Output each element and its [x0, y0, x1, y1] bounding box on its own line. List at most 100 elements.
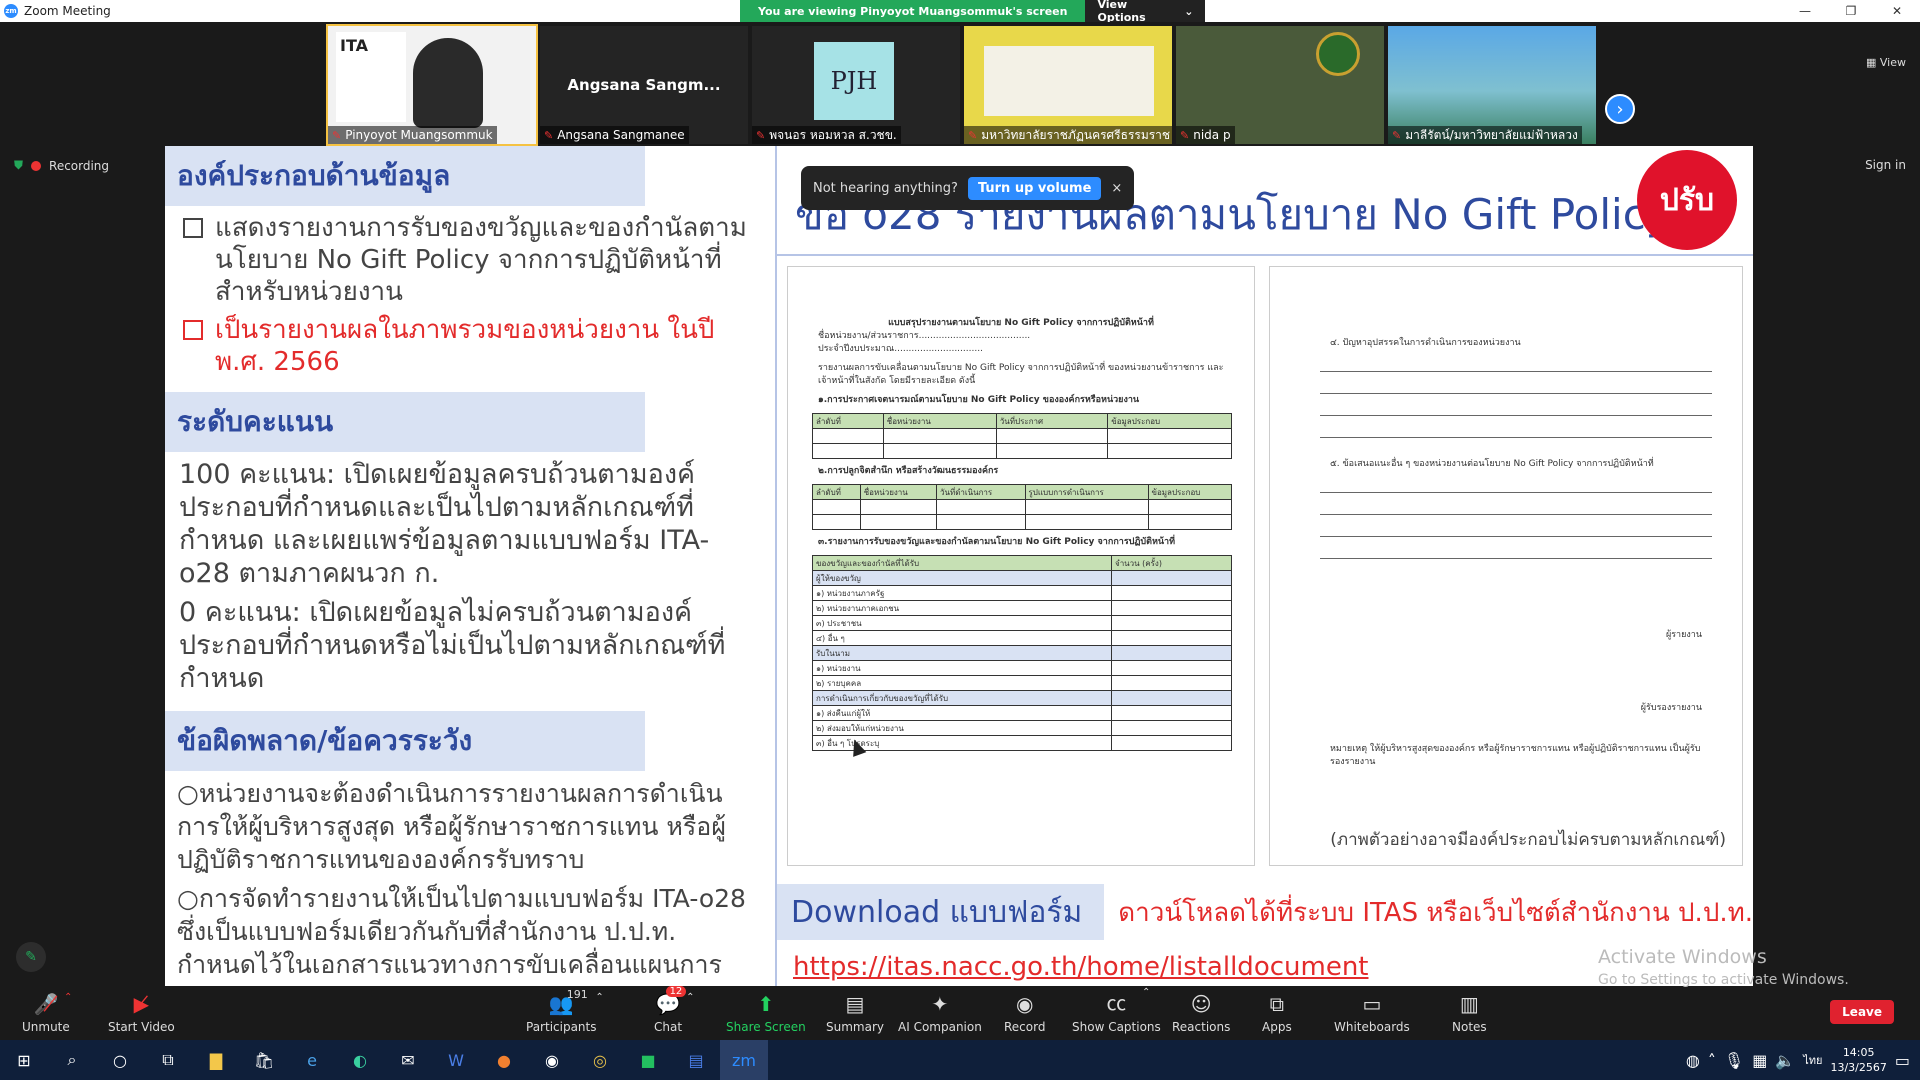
annotate-pen-button[interactable]: ✎: [16, 942, 46, 972]
firefox-icon[interactable]: ●: [480, 1040, 528, 1080]
sign-in-link[interactable]: Sign in: [1865, 158, 1906, 172]
table-header: ชื่อหน่วยงาน: [882, 413, 997, 429]
mail-icon[interactable]: ✉: [384, 1040, 432, 1080]
form-table-3: ของขวัญและของกำนัลที่ได้รับ จำนวน (ครั้ง…: [812, 555, 1232, 751]
pen-icon: ✎: [25, 949, 37, 965]
share-screen-button[interactable]: ⬆ Share Screen: [726, 988, 806, 1040]
summary-button[interactable]: ▤ Summary: [826, 988, 884, 1040]
close-icon[interactable]: ×: [1111, 181, 1122, 196]
close-icon[interactable]: ✕: [1874, 0, 1920, 22]
blank-line: [1320, 529, 1712, 537]
language-indicator[interactable]: ไทย: [1803, 1051, 1822, 1069]
store-icon[interactable]: 🛍: [240, 1040, 288, 1080]
recording-indicator[interactable]: ⛊ Recording: [14, 158, 109, 173]
leave-button[interactable]: Leave: [1830, 1000, 1894, 1024]
table-header: วันที่ประกาศ: [995, 413, 1109, 429]
ai-companion-button[interactable]: ✦ AI Companion: [898, 988, 982, 1040]
download-url-link[interactable]: https://itas.nacc.go.th/home/listalldocu…: [793, 952, 1369, 982]
table-row: ผู้ให้ของขวัญ: [812, 570, 1232, 586]
table-cell: ๒) รายบุคคล: [812, 675, 1112, 691]
restore-icon[interactable]: ❐: [1828, 0, 1874, 22]
search-icon[interactable]: ⌕: [48, 1040, 96, 1080]
participant-tile[interactable]: ITA ✎ Pinyoyot Muangsommuk: [326, 24, 538, 146]
volume-icon[interactable]: 🔈: [1775, 1051, 1795, 1070]
adjusted-badge: ปรับ: [1637, 150, 1737, 250]
ai-companion-icon: ✦: [931, 992, 949, 1016]
mic-muted-icon: ✎: [1180, 128, 1190, 142]
window-controls: — ❐ ✕: [1782, 0, 1920, 22]
notifications-icon[interactable]: ▭: [1895, 1051, 1910, 1070]
blank-line: [1320, 485, 1712, 493]
table-cell: [1111, 600, 1232, 616]
form-intro: รายงานผลการขับเคลื่อนตามนโยบาย No Gift P…: [818, 363, 1224, 386]
ita-poster: ITA: [336, 32, 406, 122]
show-captions-button[interactable]: ㏄ ⌃ Show Captions: [1072, 987, 1161, 1040]
start-video-button[interactable]: ▶̸ Start Video: [108, 988, 175, 1040]
participant-tile[interactable]: ✎ nida p: [1176, 26, 1384, 144]
form-table-1: ลำดับที่ ชื่อหน่วยงาน วันที่ประกาศ ข้อมู…: [812, 413, 1232, 459]
circle-bullet-icon: ○: [177, 884, 199, 913]
chrome-icon[interactable]: ◎: [576, 1040, 624, 1080]
view-options-label: View Options: [1097, 0, 1146, 24]
form-table-2: ลำดับที่ ชื่อหน่วยงาน วันที่ดำเนินการ รู…: [812, 484, 1232, 530]
apps-button[interactable]: ⧉ Apps: [1262, 988, 1292, 1040]
table-cell: [1111, 735, 1232, 751]
section-title-score: ระดับคะแนน: [165, 392, 645, 452]
ie-icon[interactable]: e: [288, 1040, 336, 1080]
participants-button[interactable]: 👥 191 ⌃ Participants: [526, 988, 604, 1040]
webex-icon[interactable]: ◉: [528, 1040, 576, 1080]
table-row: ๒) ส่งมอบให้แก่หน่วยงาน: [812, 720, 1232, 736]
word-icon[interactable]: W: [432, 1040, 480, 1080]
participant-tile[interactable]: ✎ มหาวิทยาลัยราชภัฏนครศรีธรรมราช: [964, 26, 1172, 144]
table-header: รูปแบบการดำเนินการ: [1024, 484, 1149, 500]
participant-tile[interactable]: PJH ✎ พจนอร หอมหวล ส.วชข.: [752, 26, 960, 144]
edge-icon[interactable]: ◐: [336, 1040, 384, 1080]
turn-up-volume-button[interactable]: Turn up volume: [967, 176, 1102, 200]
participant-name-tag: ✎ มาลีรัตน์/มหาวิทยาลัยแม่ฟ้าหลวง: [1388, 126, 1582, 144]
unmute-button[interactable]: 🎤̸ ⌃ Unmute: [22, 988, 73, 1040]
notification-app-icon[interactable]: ◍: [1686, 1051, 1700, 1070]
reactions-button[interactable]: ☺ Reactions: [1172, 988, 1230, 1040]
network-icon[interactable]: ▦: [1752, 1051, 1767, 1070]
chat-button[interactable]: 💬 12 ⌃ Chat: [654, 986, 695, 1040]
zoom-logo-icon: zm: [4, 4, 18, 18]
meeting-room-video: [984, 46, 1154, 116]
cortana-icon[interactable]: ○: [96, 1040, 144, 1080]
table-row: ๔) อื่น ๆ: [812, 630, 1232, 646]
audio-toast: Not hearing anything? Turn up volume ×: [801, 166, 1135, 210]
microphone-icon[interactable]: 🎙: [1724, 1051, 1744, 1070]
file-explorer-icon[interactable]: ▇: [192, 1040, 240, 1080]
participant-tile[interactable]: Angsana Sangm... ✎ Angsana Sangmanee: [540, 26, 748, 144]
whiteboards-button[interactable]: ▭ Whiteboards: [1334, 988, 1410, 1040]
apps-icon: ⧉: [1269, 992, 1284, 1016]
participant-tile[interactable]: ✎ มาลีรัตน์/มหาวิทยาลัยแม่ฟ้าหลวง: [1388, 26, 1596, 144]
clock[interactable]: 14:05 13/3/2567: [1830, 1045, 1886, 1075]
next-page-button[interactable]: ›: [1605, 94, 1635, 124]
mic-muted-icon: 🎤̸ ⌃: [33, 992, 73, 1016]
video-off-icon: ▶̸: [133, 992, 150, 1016]
line-icon[interactable]: ■: [624, 1040, 672, 1080]
notes-button[interactable]: ▥ Notes: [1452, 988, 1487, 1040]
table-cell: [1111, 705, 1232, 721]
table-header: ลำดับที่: [812, 413, 884, 429]
blank-line: [1320, 551, 1712, 559]
task-view-icon[interactable]: ⧉: [144, 1040, 192, 1080]
form-section-3: ๓.รายงานการรับของขวัญและของกำนัลตามนโยบา…: [818, 537, 1176, 547]
form-year-line: ประจำปีงบประมาณ.........................…: [818, 344, 983, 354]
blank-line: [1320, 507, 1712, 515]
document-app-icon[interactable]: ▤: [672, 1040, 720, 1080]
title-rule: [777, 254, 1753, 256]
chevron-up-icon[interactable]: ˄: [1708, 1051, 1716, 1070]
chat-icon: 💬 12 ⌃: [655, 986, 695, 1016]
windows-start-icon[interactable]: ⊞: [0, 1040, 48, 1080]
avatar: PJH: [814, 42, 894, 120]
table-row: ๓) อื่น ๆ โปรดระบุ: [812, 735, 1232, 751]
view-button[interactable]: ▦ View: [1866, 56, 1906, 69]
record-button[interactable]: ◉ Record: [1004, 988, 1045, 1040]
table-row: ๓) ประชาชน: [812, 615, 1232, 631]
minimize-icon[interactable]: —: [1782, 0, 1828, 22]
zoom-taskbar-icon[interactable]: zm: [720, 1040, 768, 1080]
captions-icon: ㏄ ⌃: [1106, 987, 1151, 1015]
view-options-button[interactable]: View Options ⌄: [1085, 0, 1206, 24]
section-title-components: องค์ประกอบด้านข้อมูล: [165, 146, 645, 206]
